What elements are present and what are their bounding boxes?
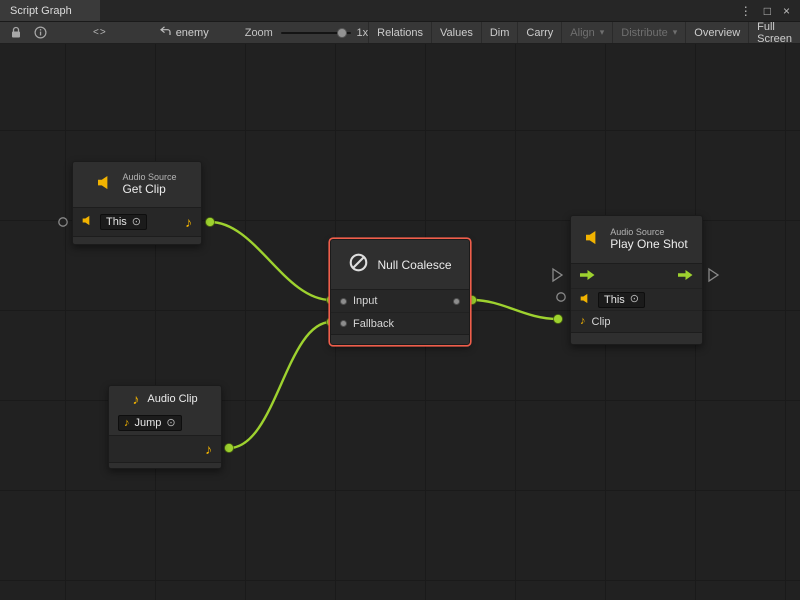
carry-button[interactable]: Carry <box>517 22 561 43</box>
node-title: Get Clip <box>122 183 176 197</box>
window-tab-label: Script Graph <box>10 5 72 17</box>
wire-getclip-to-input[interactable] <box>210 222 331 300</box>
speaker-icon <box>82 213 94 231</box>
node-null-coalesce[interactable]: Null Coalesce Input Fallback <box>330 239 470 345</box>
chevron-down-icon: ▾ <box>600 27 605 38</box>
flow-in-arrow-icon[interactable] <box>580 267 595 285</box>
chevron-down-icon: ▾ <box>673 27 678 38</box>
this-value: This <box>604 294 625 306</box>
overview-button[interactable]: Overview <box>685 22 748 43</box>
lock-icon[interactable] <box>4 22 28 43</box>
port-row-clip: ♪ Clip <box>571 310 702 332</box>
parent-graph-arrow-icon <box>159 26 171 39</box>
window-tab-bar: Script Graph ⋮ □ × <box>0 0 800 22</box>
port-dot-audioclip-output[interactable] <box>225 444 234 453</box>
distribute-button: Distribute ▾ <box>612 22 685 43</box>
node-play-one-shot[interactable]: Audio Source Play One Shot This ⊙ <box>570 215 703 345</box>
clip-value: Jump <box>135 417 162 429</box>
port-row-input: Input <box>331 290 469 312</box>
zoom-label: Zoom <box>245 22 273 43</box>
distribute-label: Distribute <box>621 27 667 39</box>
input-port-dot[interactable] <box>340 298 347 305</box>
port-label: Input <box>353 295 377 307</box>
null-coalesce-icon <box>348 252 369 278</box>
value-row: ♪ Jump ⊙ <box>109 411 221 435</box>
this-value-dropdown[interactable]: This ⊙ <box>100 214 147 230</box>
graph-toolbar: <> enemy Zoom 1x Relations Values Dim Ca… <box>0 22 800 44</box>
node-get-clip[interactable]: Audio Source Get Clip This ⊙ ♪ <box>72 161 202 245</box>
port-row-this: This ⊙ <box>571 288 702 310</box>
graph-canvas[interactable]: Audio Source Get Clip This ⊙ ♪ <box>0 44 800 600</box>
maximize-icon[interactable]: □ <box>764 4 771 18</box>
zoom-value: 1x <box>357 22 369 43</box>
flow-out-arrow-icon[interactable] <box>678 267 693 285</box>
node-header: ♪ Audio Clip <box>109 386 221 411</box>
audio-clip-icon: ♪ <box>132 392 139 406</box>
audio-source-icon <box>97 175 114 195</box>
breadcrumb[interactable]: enemy <box>159 22 209 43</box>
toolbar-button-group: Relations Values Dim Carry Align ▾ Distr… <box>368 22 800 43</box>
clip-value-dropdown[interactable]: ♪ Jump ⊙ <box>118 415 182 431</box>
port-row-flow <box>571 264 702 288</box>
audio-clip-output-icon: ♪ <box>185 215 192 229</box>
port-circle-playoneshot-this[interactable] <box>557 293 565 301</box>
port-label: Fallback <box>353 318 394 330</box>
note-icon: ♪ <box>580 316 586 327</box>
node-title: Null Coalesce <box>377 258 451 272</box>
node-header: Audio Source Play One Shot <box>571 216 702 263</box>
audio-clip-output-icon: ♪ <box>205 442 212 456</box>
note-icon: ♪ <box>124 418 130 429</box>
zoom-slider-knob[interactable] <box>337 28 347 38</box>
align-button: Align ▾ <box>561 22 612 43</box>
this-value: This <box>106 216 127 228</box>
node-audio-clip[interactable]: ♪ Audio Clip ♪ Jump ⊙ ♪ <box>108 385 222 469</box>
window-tab[interactable]: Script Graph <box>0 0 100 21</box>
port-row-fallback: Fallback <box>331 312 469 334</box>
fullscreen-button[interactable]: Full Screen <box>748 22 800 43</box>
zoom-slider[interactable] <box>281 22 351 43</box>
port-row-output: ♪ <box>109 436 221 462</box>
wire-null-to-clip[interactable] <box>472 300 558 319</box>
target-picker-icon[interactable]: ⊙ <box>630 294 639 305</box>
node-header: Null Coalesce <box>331 240 469 289</box>
port-triangle-playoneshot-exit[interactable] <box>709 269 718 281</box>
fallback-port-dot[interactable] <box>340 320 347 327</box>
wire-audioclip-to-fallback[interactable] <box>229 322 331 448</box>
port-row-this: This ⊙ ♪ <box>73 208 201 236</box>
this-value-dropdown[interactable]: This ⊙ <box>598 292 645 308</box>
speaker-icon <box>580 291 592 309</box>
port-circle-getclip-this[interactable] <box>59 218 67 226</box>
align-label: Align <box>570 27 594 39</box>
target-picker-icon[interactable]: ⊙ <box>132 217 141 228</box>
info-icon[interactable] <box>28 22 53 43</box>
relations-button[interactable]: Relations <box>368 22 431 43</box>
audio-source-icon <box>585 230 602 250</box>
output-port-dot[interactable] <box>453 298 460 305</box>
port-dot-playoneshot-clip[interactable] <box>554 315 563 324</box>
code-icon[interactable]: <> <box>87 22 113 43</box>
menu-icon[interactable]: ⋮ <box>740 4 752 18</box>
close-icon[interactable]: × <box>783 4 790 18</box>
node-header: Audio Source Get Clip <box>73 162 201 207</box>
graph-name: enemy <box>176 27 209 39</box>
target-picker-icon[interactable]: ⊙ <box>166 418 175 429</box>
dim-button[interactable]: Dim <box>481 22 518 43</box>
values-button[interactable]: Values <box>431 22 481 43</box>
port-label: Clip <box>592 316 611 328</box>
port-dot-getclip-output[interactable] <box>206 218 215 227</box>
port-triangle-playoneshot-enter[interactable] <box>553 269 562 281</box>
window-controls: ⋮ □ × <box>740 0 800 21</box>
node-title: Play One Shot <box>610 238 687 252</box>
node-title: Audio Clip <box>147 393 197 405</box>
